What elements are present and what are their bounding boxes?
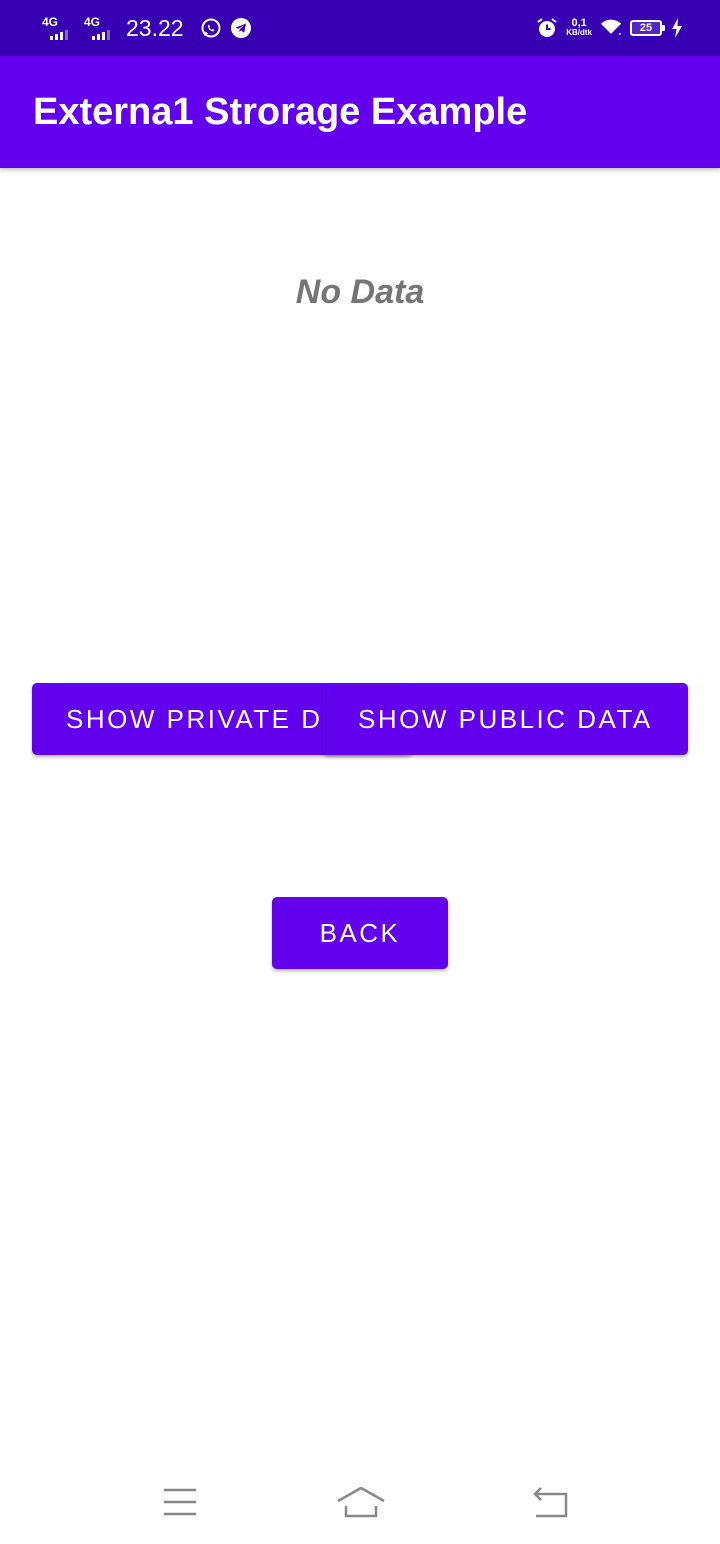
signal-strength-sim1: 4G [40,14,74,42]
app-bar: Externa1 Strorage Example [0,56,720,168]
network-type-label: 4G [42,15,59,29]
status-bar-right: 0,1 KB/dtk 25 [536,12,684,44]
alarm-icon [536,17,558,39]
back-button[interactable]: BACK [272,897,448,969]
wifi-icon [600,17,622,39]
status-bar-left: 4G 4G 23.22 [40,12,252,44]
network-speed-value: 0,1 [571,17,587,29]
signal-bars-icon [50,30,68,40]
app-title: Externa1 Strorage Example [33,91,528,133]
whatsapp-icon [200,17,222,39]
charging-icon [670,17,684,39]
screen: 4G 4G 23.22 0,1 KB/dtk 25 Externa1 Stror… [0,0,720,1544]
network-type-label: 4G [84,15,101,29]
network-speed-indicator: 0,1 KB/dtk [566,18,592,38]
clock-time: 23.22 [126,15,184,41]
battery-icon: 25 [630,20,665,36]
no-data-message: No Data [295,273,425,311]
menu-icon[interactable] [158,1480,202,1524]
show-public-data-button[interactable]: SHOW PUBLIC DATA [323,683,688,755]
home-icon[interactable] [336,1480,386,1524]
navigation-bar [0,1460,720,1544]
signal-strength-sim2: 4G [82,14,116,42]
battery-level: 25 [639,22,653,34]
signal-bars-icon [92,30,110,40]
status-bar: 4G 4G 23.22 0,1 KB/dtk 25 [0,0,720,56]
network-speed-unit: KB/dtk [566,28,592,37]
telegram-icon [230,17,252,39]
back-icon[interactable] [528,1480,572,1524]
